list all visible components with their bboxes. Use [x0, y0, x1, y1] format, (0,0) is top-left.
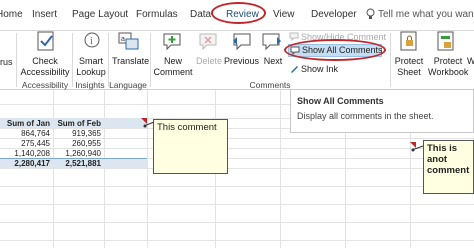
cell-feb-1[interactable]: 919,365 — [53, 129, 101, 138]
svg-text:a: a — [121, 36, 125, 43]
group-separator — [150, 33, 151, 87]
protect-sheet-button[interactable]: Protect Sheet — [394, 56, 424, 78]
delete-comment-button[interactable]: Delete — [194, 56, 224, 67]
comment-leader-line — [411, 145, 424, 152]
svg-text:i: i — [90, 36, 93, 47]
tell-me-search[interactable]: Tell me what you want to — [378, 9, 474, 20]
tab-formulas[interactable]: Formulas — [136, 9, 178, 20]
tab-data[interactable]: Data — [190, 9, 211, 20]
group-separator — [390, 33, 391, 87]
comment-box-1[interactable]: This comment — [153, 119, 228, 174]
show-all-comments-highlight-circle — [284, 39, 386, 61]
grid-column-line — [147, 90, 148, 248]
cell-jan-1[interactable]: 864,764 — [0, 129, 50, 138]
cell-feb-total[interactable]: 2,521,881 — [53, 159, 101, 168]
review-ribbon: rus Check Accessibility Accessibility i S… — [0, 31, 474, 90]
header-sum-of-jan: Sum of Jan — [6, 119, 50, 128]
share-workbook-button-partial[interactable]: W — [467, 56, 474, 67]
group-separator — [16, 33, 17, 87]
delete-comment-icon — [198, 31, 220, 55]
grid-row-line — [0, 240, 474, 241]
accessibility-group-label: Accessibility — [21, 80, 69, 90]
comment-text-2-line1: This is anot — [427, 143, 458, 165]
review-tab-highlight-circle — [211, 2, 266, 24]
tooltip-title: Show All Comments — [297, 96, 384, 106]
protect-workbook-icon — [436, 31, 456, 55]
protect-sheet-icon — [399, 31, 419, 55]
previous-comment-icon — [230, 31, 252, 55]
header-sum-of-feb: Sum of Feb — [57, 119, 101, 128]
smart-lookup-button[interactable]: Smart Lookup — [74, 56, 108, 78]
grid-row-line — [0, 222, 474, 223]
next-comment-button[interactable]: Next — [260, 56, 286, 67]
cell-jan-2[interactable]: 275,445 — [0, 139, 50, 148]
check-accessibility-icon — [36, 31, 56, 55]
show-ink-icon — [289, 64, 299, 76]
cell-jan-3[interactable]: 1,140,208 — [0, 149, 50, 158]
language-group-label: Language — [109, 80, 147, 90]
lightbulb-icon — [366, 8, 375, 22]
cell-feb-3[interactable]: 1,260,940 — [53, 149, 101, 158]
insights-group-label: Insights — [75, 80, 105, 90]
comment-text-2-line2: comment — [427, 165, 470, 176]
cell-feb-2[interactable]: 260,955 — [53, 139, 101, 148]
previous-comment-button[interactable]: Previous — [224, 56, 259, 67]
show-all-comments-tooltip: Show All Comments Display all comments i… — [290, 89, 474, 133]
grid-row-line — [0, 204, 474, 205]
translate-button[interactable]: Translate — [112, 56, 149, 67]
tab-developer[interactable]: Developer — [311, 9, 357, 20]
new-comment-icon — [162, 31, 184, 55]
translate-icon: a — [118, 32, 140, 54]
grid-row-line — [0, 186, 474, 187]
thesaurus-button-partial[interactable]: rus — [0, 57, 13, 68]
protect-workbook-button[interactable]: Protect Workbook — [428, 56, 468, 78]
tab-view[interactable]: View — [273, 9, 295, 20]
next-comment-icon — [262, 31, 284, 55]
tab-home[interactable]: Home — [0, 9, 23, 20]
ribbon-tab-bar: Home Insert Page Layout Formulas Data Re… — [0, 0, 474, 31]
show-ink-button[interactable]: Show Ink — [301, 64, 338, 75]
grid-column-line — [104, 90, 105, 248]
check-accessibility-button[interactable]: Check Accessibility — [20, 56, 70, 78]
tooltip-description: Display all comments in the sheet. — [297, 111, 434, 121]
tab-page-layout[interactable]: Page Layout — [72, 9, 128, 20]
grid-column-line — [53, 90, 54, 248]
group-separator — [108, 33, 109, 87]
new-comment-button[interactable]: New Comment — [152, 56, 194, 78]
grid-column-line — [280, 90, 281, 248]
comment-text-1: This comment — [157, 122, 217, 133]
cell-jan-total[interactable]: 2,280,417 — [0, 159, 50, 168]
comment-box-2[interactable]: This is anot comment — [423, 140, 474, 194]
grid-row-line — [0, 168, 474, 169]
group-separator — [72, 33, 73, 87]
smart-lookup-icon: i — [82, 31, 102, 55]
tab-insert[interactable]: Insert — [32, 9, 57, 20]
